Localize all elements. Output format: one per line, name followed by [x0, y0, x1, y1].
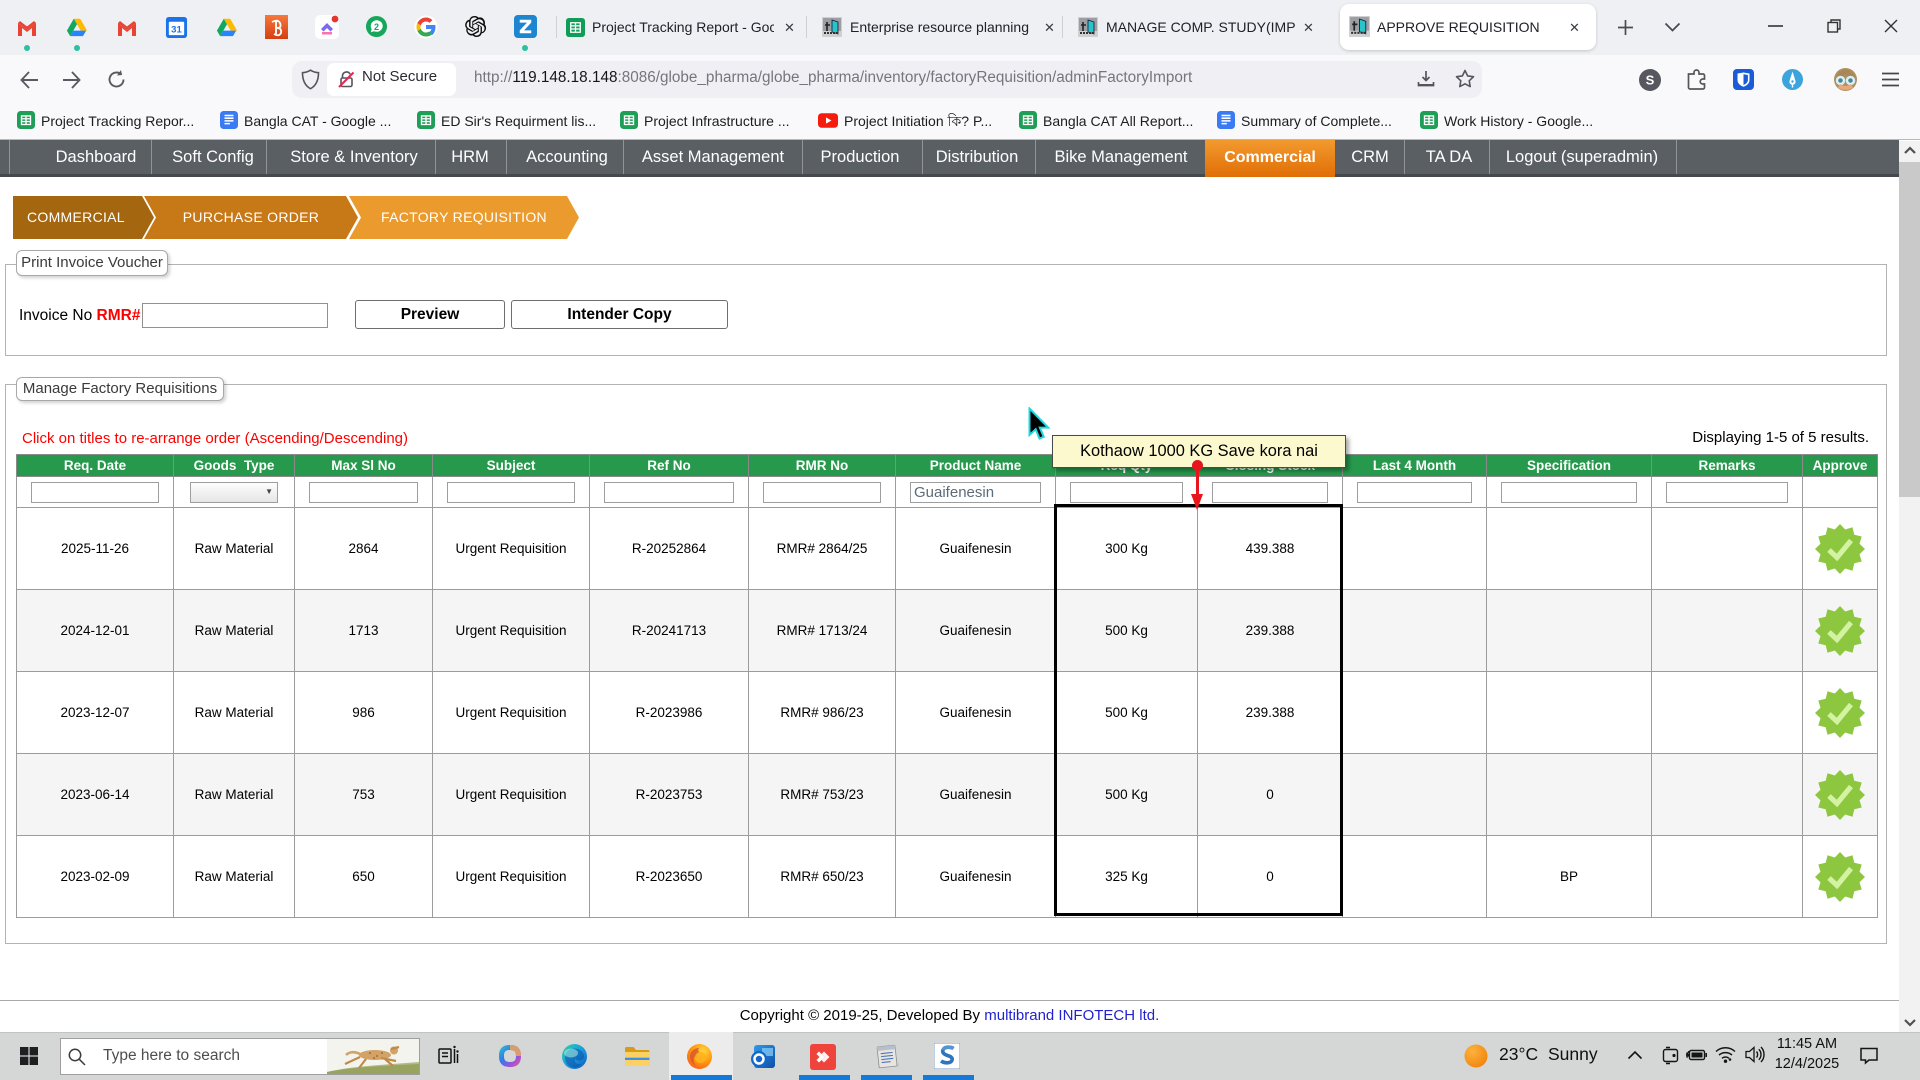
svg-text:2: 2: [374, 22, 379, 32]
svg-text:31: 31: [171, 24, 182, 35]
svg-text:S: S: [1646, 73, 1655, 88]
